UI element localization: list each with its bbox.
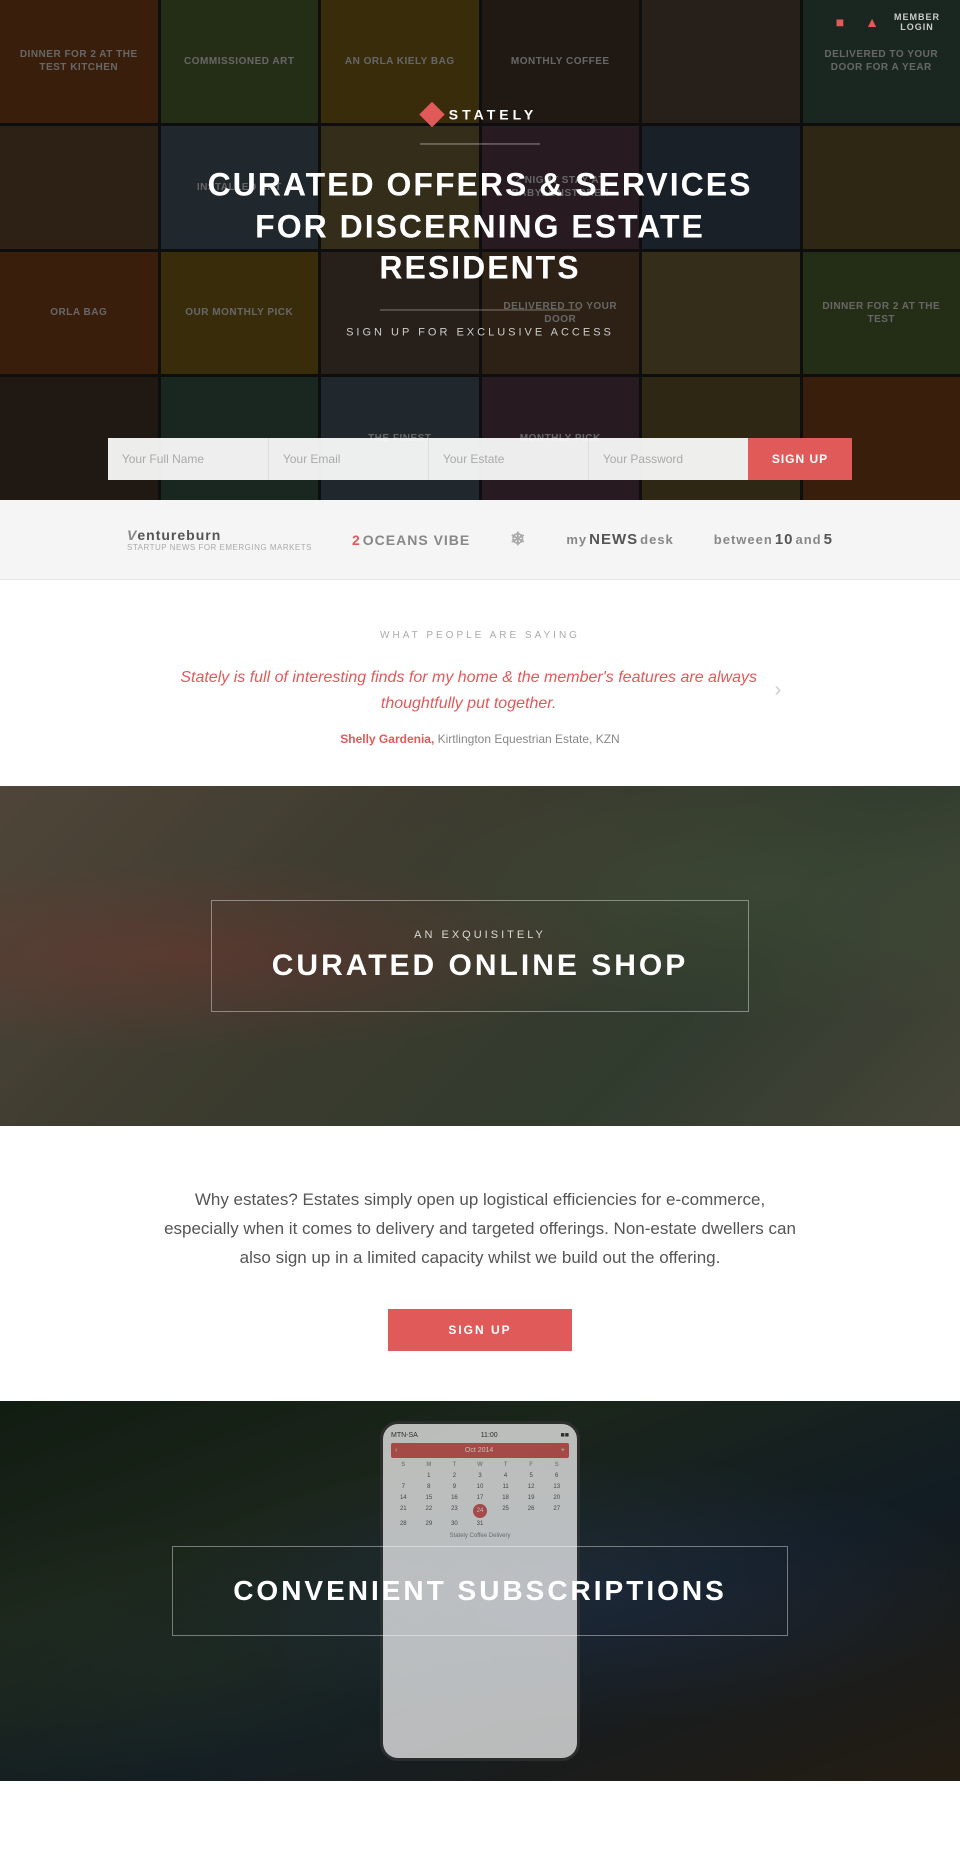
cal-day: 22: [417, 1504, 442, 1518]
cal-header-s2: S: [544, 1460, 569, 1470]
press-logo-snowflake: ❄: [510, 529, 526, 550]
estate-input[interactable]: [428, 438, 588, 480]
phone-carrier: MTN-SA: [391, 1432, 418, 1439]
calendar-month: Oct 2014: [465, 1447, 493, 1454]
testimonial-label: WHAT PEOPLE ARE SAYING: [80, 630, 880, 641]
phone-battery: ■■: [561, 1432, 569, 1439]
testimonial-quote: Stately is full of interesting finds for…: [179, 665, 759, 716]
brand-logo: STATELY: [180, 105, 780, 123]
member-login-button[interactable]: MEMBER LOGIN: [894, 12, 940, 32]
cal-day: 17: [468, 1493, 493, 1503]
signup-bar: SIGN UP: [0, 418, 960, 500]
calendar-add[interactable]: +: [561, 1447, 565, 1454]
testimonial-next-arrow[interactable]: ›: [775, 679, 782, 702]
hero-subtitle: SIGN UP FOR EXCLUSIVE ACCESS: [180, 326, 780, 338]
cal-day: 26: [519, 1504, 544, 1518]
cal-day: 31: [468, 1519, 493, 1529]
cal-day: 30: [442, 1519, 467, 1529]
cal-day: 29: [417, 1519, 442, 1529]
cal-day: 5: [519, 1471, 544, 1481]
why-text: Why estates? Estates simply open up logi…: [160, 1186, 800, 1273]
brand-name: STATELY: [449, 106, 537, 122]
shop-content-box: AN EXQUISITELY CURATED ONLINE SHOP: [211, 900, 749, 1012]
cal-day: 23: [442, 1504, 467, 1518]
calendar-prev[interactable]: ‹: [395, 1447, 397, 1454]
testimonial-row: Stately is full of interesting finds for…: [80, 665, 880, 716]
cal-day: 7: [391, 1482, 416, 1492]
hero-title: CURATED OFFERS & SERVICES FOR DISCERNING…: [180, 164, 780, 289]
phone-time: 11:00: [481, 1432, 498, 1439]
twitter-icon[interactable]: ▲: [862, 12, 882, 32]
top-nav: ■ ▲ MEMBER LOGIN: [810, 0, 960, 44]
cal-day: 13: [544, 1482, 569, 1492]
cal-day: 21: [391, 1504, 416, 1518]
author-name: Shelly Gardenia,: [340, 732, 434, 746]
press-logo-between10and5: between10and5: [714, 531, 833, 548]
cal-day: 12: [519, 1482, 544, 1492]
phone-footer-text: Stately Coffee Delivery: [391, 1533, 569, 1539]
cal-day: 11: [493, 1482, 518, 1492]
full-name-input[interactable]: [108, 438, 268, 480]
password-input[interactable]: [588, 438, 748, 480]
why-section: Why estates? Estates simply open up logi…: [0, 1126, 960, 1401]
cal-header-t: T: [442, 1460, 467, 1470]
hero-divider-top: [420, 143, 540, 144]
cal-day: 20: [544, 1493, 569, 1503]
cal-day-today: 24: [473, 1504, 487, 1518]
hero-signup-button[interactable]: SIGN UP: [748, 438, 852, 480]
logo-diamond-icon: [419, 102, 444, 127]
cal-day: 2: [442, 1471, 467, 1481]
press-bar: Ventureburn STARTUP NEWS FOR EMERGING MA…: [0, 500, 960, 580]
cal-day: 16: [442, 1493, 467, 1503]
cal-day: 18: [493, 1493, 518, 1503]
cal-header-s: S: [391, 1460, 416, 1470]
press-logo-2oceans: 2OCEANS VIBE: [352, 532, 470, 548]
press-logo-mynewsdesk: myNEWSdesk: [566, 531, 673, 548]
why-signup-button[interactable]: SIGN UP: [388, 1309, 571, 1351]
phone-status-bar: MTN-SA 11:00 ■■: [391, 1432, 569, 1439]
cal-day: 3: [468, 1471, 493, 1481]
hero-section: DINNER FOR 2 AT THE TEST KITCHENCOMMISSI…: [0, 0, 960, 500]
cal-day: 19: [519, 1493, 544, 1503]
cal-day: [391, 1471, 416, 1481]
hero-divider-bottom: [380, 309, 580, 310]
cal-day: 1: [417, 1471, 442, 1481]
cal-header-t2: T: [493, 1460, 518, 1470]
cal-day: 10: [468, 1482, 493, 1492]
subscriptions-section: MTN-SA 11:00 ■■ ‹ Oct 2014 + S M T W T F…: [0, 1401, 960, 1781]
cal-header-m: M: [417, 1460, 442, 1470]
cal-day: 27: [544, 1504, 569, 1518]
testimonial-author: Shelly Gardenia, Kirtlington Equestrian …: [80, 732, 880, 746]
phone-calendar-header: ‹ Oct 2014 +: [391, 1443, 569, 1458]
author-location: Kirtlington Equestrian Estate, KZN: [438, 732, 620, 746]
cal-day: 28: [391, 1519, 416, 1529]
cal-day: [544, 1519, 569, 1529]
phone-calendar-grid: S M T W T F S 1 2 3 4 5 6 7 8 9 10 11: [391, 1460, 569, 1529]
shop-section[interactable]: AN EXQUISITELY CURATED ONLINE SHOP: [0, 786, 960, 1126]
cal-day: 6: [544, 1471, 569, 1481]
shop-subtitle: AN EXQUISITELY: [272, 929, 688, 941]
cal-day: [493, 1519, 518, 1529]
testimonial-section: WHAT PEOPLE ARE SAYING Stately is full o…: [0, 580, 960, 786]
cal-day: 14: [391, 1493, 416, 1503]
email-input[interactable]: [268, 438, 428, 480]
cal-day: 15: [417, 1493, 442, 1503]
subscriptions-title: CONVENIENT SUBSCRIPTIONS: [233, 1575, 727, 1607]
cal-day: 4: [493, 1471, 518, 1481]
cal-header-f: F: [519, 1460, 544, 1470]
cal-day: [519, 1519, 544, 1529]
cal-day: 8: [417, 1482, 442, 1492]
subscriptions-content-box: CONVENIENT SUBSCRIPTIONS: [172, 1546, 788, 1636]
shop-title: CURATED ONLINE SHOP: [272, 949, 688, 983]
hero-content: STATELY CURATED OFFERS & SERVICES FOR DI…: [180, 105, 780, 368]
press-logo-ventureburn: Ventureburn STARTUP NEWS FOR EMERGING MA…: [127, 527, 312, 552]
cal-header-w: W: [468, 1460, 493, 1470]
cal-day: 9: [442, 1482, 467, 1492]
cal-day: 25: [493, 1504, 518, 1518]
facebook-icon[interactable]: ■: [830, 12, 850, 32]
